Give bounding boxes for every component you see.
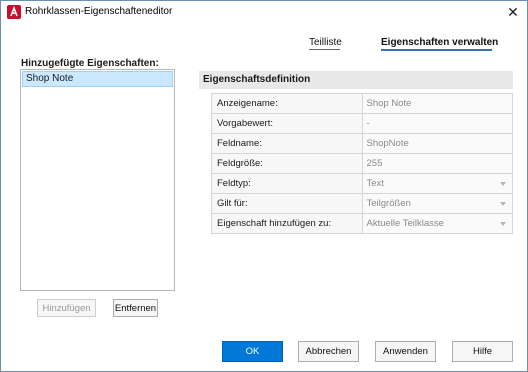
- added-properties-list[interactable]: Shop Note: [20, 69, 175, 291]
- property-grid: Anzeigename: Shop Note Vorgabewert: - Fe…: [211, 93, 513, 234]
- help-button[interactable]: Hilfe: [452, 341, 513, 362]
- property-name: Feldtyp:: [212, 174, 363, 193]
- property-name: Gilt für:: [212, 194, 363, 213]
- tab-eigenschaften-verwalten[interactable]: Eigenschaften verwalten: [381, 37, 498, 48]
- property-value[interactable]: -: [362, 114, 513, 133]
- chevron-down-icon: [500, 182, 506, 186]
- property-row-field-type: Feldtyp: Text: [212, 174, 513, 194]
- property-row-display-name: Anzeigename: Shop Note: [212, 94, 513, 114]
- property-value[interactable]: Shop Note: [362, 94, 513, 113]
- chevron-down-icon: [500, 222, 506, 226]
- property-row-default-value: Vorgabewert: -: [212, 114, 513, 134]
- property-row-applies-to: Gilt für: Teilgrößen: [212, 194, 513, 214]
- applies-to-dropdown[interactable]: Teilgrößen: [362, 194, 513, 213]
- property-value-text: Shop Note: [366, 98, 412, 109]
- tab-teilliste-underline: [309, 49, 340, 50]
- chevron-down-icon: [500, 202, 506, 206]
- property-row-add-to: Eigenschaft hinzufügen zu: Aktuelle Teil…: [212, 214, 513, 234]
- add-to-dropdown[interactable]: Aktuelle Teilklasse: [362, 214, 513, 233]
- property-value-text: Aktuelle Teilklasse: [366, 218, 444, 229]
- remove-button[interactable]: Entfernen: [113, 299, 158, 317]
- close-button[interactable]: ✕: [505, 4, 521, 20]
- field-type-dropdown[interactable]: Text: [362, 174, 513, 193]
- definition-header: Eigenschaftsdefinition: [199, 71, 513, 89]
- active-tab-indicator: [381, 49, 492, 51]
- dialog-window: Rohrklassen-Eigenschafteneditor ✕ Teilli…: [0, 0, 528, 372]
- app-logo-icon: [7, 5, 21, 19]
- add-button[interactable]: Hinzufügen: [37, 299, 96, 317]
- property-value-text: 255: [366, 158, 383, 169]
- property-value[interactable]: 255: [362, 154, 513, 173]
- cancel-button[interactable]: Abbrechen: [298, 341, 359, 362]
- property-name: Vorgabewert:: [212, 114, 363, 133]
- tab-teilliste[interactable]: Teilliste: [309, 37, 342, 48]
- list-item[interactable]: Shop Note: [22, 71, 173, 87]
- ok-button[interactable]: OK: [222, 341, 283, 362]
- apply-button[interactable]: Anwenden: [375, 341, 436, 362]
- property-name: Feldname:: [212, 134, 363, 153]
- property-row-field-size: Feldgröße: 255: [212, 154, 513, 174]
- property-value-text: Teilgrößen: [366, 198, 411, 209]
- property-value[interactable]: ShopNote: [362, 134, 513, 153]
- title-bar: Rohrklassen-Eigenschafteneditor ✕: [1, 1, 527, 23]
- property-name: Eigenschaft hinzufügen zu:: [212, 214, 363, 233]
- property-value-text: -: [366, 118, 370, 129]
- added-properties-label: Hinzugefügte Eigenschaften:: [21, 58, 159, 69]
- property-value-text: ShopNote: [366, 138, 409, 149]
- window-title: Rohrklassen-Eigenschafteneditor: [25, 6, 173, 17]
- property-name: Anzeigename:: [212, 94, 363, 113]
- property-value-text: Text: [366, 178, 384, 189]
- property-row-field-name: Feldname: ShopNote: [212, 134, 513, 154]
- property-name: Feldgröße:: [212, 154, 363, 173]
